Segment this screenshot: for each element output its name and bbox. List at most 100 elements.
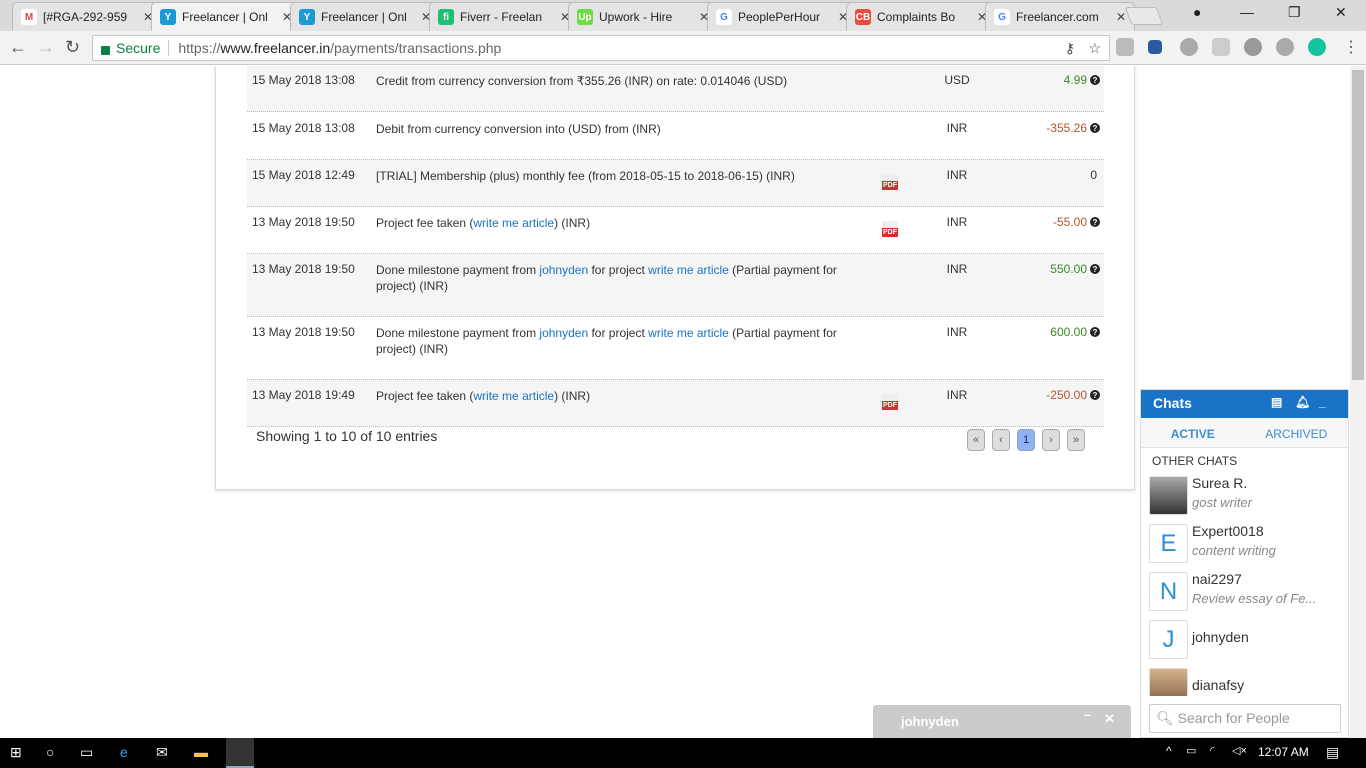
chat-item[interactable]: E Expert0018 content writing <box>1141 522 1348 570</box>
inbox-icon[interactable]: ▤ <box>1271 395 1282 409</box>
windows-start-icon[interactable]: ⊞ <box>10 744 22 761</box>
browser-tab[interactable]: Y Freelancer | Onl ✕ <box>290 2 440 31</box>
help-icon[interactable]: ? <box>1090 327 1100 337</box>
help-icon[interactable]: ? <box>1090 264 1100 274</box>
table-row: 15 May 2018 13:08 Debit from currency co… <box>247 113 1104 160</box>
back-icon[interactable]: ← <box>9 37 27 58</box>
project-link[interactable]: johnyden <box>539 263 588 277</box>
desc-text: ) (INR) <box>554 389 591 403</box>
transaction-amount: 4.99 <box>1063 73 1087 87</box>
tab-favicon-icon: fi <box>438 9 454 25</box>
new-tab-button[interactable] <box>1124 7 1164 25</box>
transaction-currency: USD <box>944 73 970 87</box>
scrollbar-thumb[interactable] <box>1352 70 1364 380</box>
project-link[interactable]: write me article <box>648 263 729 277</box>
transaction-date: 13 May 2018 19:50 <box>252 325 355 339</box>
pocket-icon[interactable] <box>1148 40 1162 54</box>
edge-icon[interactable]: e <box>120 744 128 760</box>
wifi-icon[interactable]: ◜ <box>1210 744 1214 757</box>
minimize-popup-icon[interactable]: – <box>1084 707 1091 722</box>
project-link[interactable]: johnyden <box>539 326 588 340</box>
browser-tab[interactable]: fi Fiverr - Freelan ✕ <box>429 2 579 31</box>
tab-favicon-icon: M <box>21 9 37 25</box>
transaction-date: 13 May 2018 19:50 <box>252 215 355 229</box>
prev-page-button[interactable]: ‹ <box>992 429 1010 451</box>
tray-up-icon[interactable]: ^ <box>1166 744 1172 758</box>
extension-avatar-icon[interactable] <box>1116 38 1134 56</box>
address-bar[interactable]: Secure https://www.freelancer.in/payment… <box>92 35 1110 61</box>
minimize-chat-icon[interactable]: _ <box>1319 395 1326 409</box>
avatar: J <box>1149 620 1188 659</box>
clock[interactable]: 12:07 AM <box>1258 745 1309 759</box>
transaction-description: Done milestone payment from johnyden for… <box>376 262 851 294</box>
desc-text: Done milestone payment from <box>376 326 540 340</box>
table-row: 15 May 2018 13:08 Credit from currency c… <box>247 66 1104 112</box>
notifications-icon[interactable]: ▤ <box>1326 744 1339 761</box>
chat-tabs: ACTIVE ARCHIVED <box>1141 418 1348 448</box>
menu-icon[interactable]: ⋮ <box>1343 37 1359 57</box>
pdf-label: PDF <box>882 181 898 190</box>
extension-icon[interactable] <box>1180 38 1198 56</box>
battery-icon[interactable]: ▭ <box>1186 744 1196 757</box>
help-icon[interactable]: ? <box>1090 123 1100 133</box>
close-window-button[interactable]: ✕ <box>1335 4 1347 21</box>
file-explorer-icon[interactable]: ▬ <box>194 744 208 760</box>
chat-item[interactable]: N nai2297 Review essay of Fe... <box>1141 570 1348 618</box>
first-page-button[interactable]: « <box>967 429 985 451</box>
cortana-icon[interactable]: ○ <box>46 744 54 760</box>
chat-item[interactable]: dianafsy <box>1141 666 1348 696</box>
close-tab-icon[interactable]: ✕ <box>1116 10 1126 24</box>
extension-icon[interactable] <box>1276 38 1294 56</box>
pdf-icon[interactable]: PDF <box>882 221 898 237</box>
secure-indicator[interactable]: Secure <box>101 40 170 56</box>
restore-button[interactable]: ❐ <box>1288 4 1301 21</box>
extension-icon[interactable] <box>1212 38 1230 56</box>
pdf-icon[interactable]: PDF <box>882 174 898 190</box>
star-icon[interactable]: ☆ <box>1088 40 1101 57</box>
mail-icon[interactable]: ✉ <box>156 744 168 761</box>
grammarly-icon[interactable] <box>1308 38 1326 56</box>
tab-archived[interactable]: ARCHIVED <box>1245 418 1349 447</box>
chat-item[interactable]: Surea R. gost writer <box>1141 474 1348 522</box>
minimize-button[interactable]: — <box>1240 4 1254 20</box>
project-link[interactable]: write me article <box>648 326 729 340</box>
close-popup-icon[interactable]: ✕ <box>1104 711 1115 727</box>
next-page-button[interactable]: › <box>1042 429 1060 451</box>
reload-icon[interactable]: ↻ <box>65 37 80 58</box>
help-icon[interactable]: ? <box>1090 75 1100 85</box>
last-page-button[interactable]: » <box>1067 429 1085 451</box>
tab-title: PeoplePerHour <box>738 10 821 24</box>
browser-tab[interactable]: G Freelancer.com ✕ <box>985 2 1135 31</box>
search-people-input[interactable]: 🔍︎ Search for People <box>1149 704 1341 733</box>
transaction-date: 13 May 2018 19:49 <box>252 388 355 402</box>
tab-active[interactable]: ACTIVE <box>1141 418 1245 447</box>
desc-text: ) (INR) <box>554 216 591 230</box>
help-icon[interactable]: ? <box>1090 390 1100 400</box>
pdf-icon[interactable]: PDF <box>882 394 898 410</box>
browser-tab[interactable]: Y Freelancer | Onl ✕ <box>151 2 301 31</box>
chrome-taskbar-icon[interactable] <box>226 738 254 768</box>
help-icon[interactable]: ? <box>1090 217 1100 227</box>
url-path: /payments/transactions.php <box>330 40 502 56</box>
project-link[interactable]: write me article <box>473 216 554 230</box>
project-link[interactable]: write me article <box>473 389 554 403</box>
desc-text: Debit from currency conversion into (USD… <box>376 122 661 136</box>
browser-tab[interactable]: Up Upwork - Hire ✕ <box>568 2 718 31</box>
browser-tab[interactable]: CB Complaints Bo ✕ <box>846 2 996 31</box>
chat-item[interactable]: J johnyden <box>1141 618 1348 666</box>
bell-icon[interactable]: 🔔︎ <box>1295 395 1310 409</box>
tab-title: Freelancer | Onl <box>321 10 407 24</box>
browser-tab[interactable]: M [#RGA-292-959 ✕ <box>12 2 162 31</box>
chat-popup[interactable]: johnyden – ✕ <box>873 705 1131 738</box>
volume-muted-icon[interactable]: ◁× <box>1232 744 1247 757</box>
page-1-button[interactable]: 1 <box>1017 429 1035 451</box>
pdf-label: PDF <box>882 228 898 237</box>
profile-icon[interactable]: ● <box>1193 4 1201 20</box>
task-view-icon[interactable]: ▭ <box>80 744 93 761</box>
extension-icon[interactable] <box>1244 38 1262 56</box>
key-icon[interactable]: ⚷ <box>1065 40 1075 57</box>
page-scrollbar[interactable] <box>1350 66 1366 738</box>
browser-tab[interactable]: G PeoplePerHour ✕ <box>707 2 857 31</box>
chat-title: Chats <box>1153 395 1192 411</box>
forward-icon[interactable]: → <box>37 37 55 58</box>
